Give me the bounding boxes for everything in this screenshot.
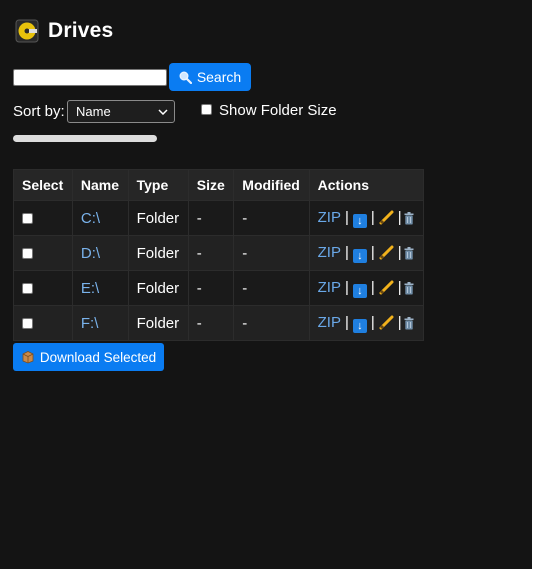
show-folder-size-label: Show Folder Size <box>219 102 337 119</box>
row-select-checkbox[interactable] <box>22 213 33 225</box>
name-cell: C:\ <box>71 200 129 236</box>
drive-name-link[interactable]: E:\ <box>81 280 99 297</box>
name-cell: D:\ <box>71 235 129 271</box>
sort-label: Sort by: <box>13 103 65 120</box>
modified-cell: - <box>233 235 310 271</box>
action-separator: | <box>344 208 349 226</box>
select-cell <box>13 235 73 271</box>
table-row: F:\ Folder - - ZIP | ↓ | | <box>13 305 425 341</box>
action-separator: | <box>344 313 349 331</box>
action-separator: | <box>397 313 402 331</box>
trash-icon[interactable] <box>404 281 414 295</box>
action-separator: | <box>370 243 375 261</box>
pencil-icon[interactable] <box>379 210 394 225</box>
column-header-actions: Actions <box>308 169 425 201</box>
progress-bar <box>13 135 157 142</box>
name-cell: E:\ <box>71 270 129 306</box>
download-icon[interactable]: ↓ <box>352 213 367 228</box>
name-cell: F:\ <box>71 305 129 341</box>
table-header-row: Select Name Type Size Modified Actions <box>13 169 425 201</box>
actions-cell: ZIP | ↓ | | <box>308 270 425 306</box>
zip-link[interactable]: ZIP <box>318 314 341 331</box>
page-title: Drives <box>48 19 114 42</box>
column-header-size[interactable]: Size <box>187 169 235 201</box>
action-separator: | <box>370 278 375 296</box>
show-folder-size-checkbox[interactable] <box>201 104 212 115</box>
row-select-checkbox[interactable] <box>22 318 33 330</box>
magnifier-icon <box>179 71 192 84</box>
select-cell <box>13 200 73 236</box>
pencil-icon[interactable] <box>379 280 394 295</box>
sort-selected-value: Name <box>76 104 111 119</box>
action-separator: | <box>397 278 402 296</box>
type-cell: Folder <box>127 305 189 341</box>
modified-cell: - <box>233 305 310 341</box>
actions-cell: ZIP | ↓ | | <box>308 305 425 341</box>
download-selected-label: Download Selected <box>39 349 157 365</box>
row-select-checkbox[interactable] <box>22 248 33 260</box>
cd-drive-icon <box>15 19 39 43</box>
size-cell: - <box>187 305 235 341</box>
zip-link[interactable]: ZIP <box>318 209 341 226</box>
type-cell: Folder <box>127 270 189 306</box>
column-header-name[interactable]: Name <box>71 169 129 201</box>
action-separator: | <box>370 208 375 226</box>
column-header-type[interactable]: Type <box>127 169 189 201</box>
trash-icon[interactable] <box>404 211 414 225</box>
column-header-select: Select <box>13 169 73 201</box>
trash-icon[interactable] <box>404 316 414 330</box>
modified-cell: - <box>233 200 310 236</box>
download-icon[interactable]: ↓ <box>352 318 367 333</box>
actions-cell: ZIP | ↓ | | <box>308 200 425 236</box>
download-icon[interactable]: ↓ <box>352 248 367 263</box>
type-cell: Folder <box>127 200 189 236</box>
column-header-modified[interactable]: Modified <box>233 169 310 201</box>
size-cell: - <box>187 235 235 271</box>
pencil-icon[interactable] <box>379 245 394 260</box>
zip-link[interactable]: ZIP <box>318 244 341 261</box>
table-row: C:\ Folder - - ZIP | ↓ | | <box>13 200 425 236</box>
row-select-checkbox[interactable] <box>22 283 33 295</box>
action-separator: | <box>370 313 375 331</box>
download-icon[interactable]: ↓ <box>352 283 367 298</box>
table-row: D:\ Folder - - ZIP | ↓ | | <box>13 235 425 271</box>
app-window: Drives Search Sort by: Name Show Folder … <box>0 0 532 569</box>
pencil-icon[interactable] <box>379 315 394 330</box>
search-button[interactable]: Search <box>169 63 251 91</box>
chevron-down-icon <box>158 108 168 115</box>
search-input[interactable] <box>13 69 167 86</box>
drive-name-link[interactable]: D:\ <box>81 245 100 262</box>
modified-cell: - <box>233 270 310 306</box>
drive-name-link[interactable]: F:\ <box>81 315 99 332</box>
action-separator: | <box>397 243 402 261</box>
trash-icon[interactable] <box>404 246 414 260</box>
package-icon <box>21 350 35 364</box>
drive-name-link[interactable]: C:\ <box>81 210 100 227</box>
actions-cell: ZIP | ↓ | | <box>308 235 425 271</box>
select-cell <box>13 270 73 306</box>
action-separator: | <box>344 243 349 261</box>
select-cell <box>13 305 73 341</box>
zip-link[interactable]: ZIP <box>318 279 341 296</box>
table-row: E:\ Folder - - ZIP | ↓ | | <box>13 270 425 306</box>
download-selected-button[interactable]: Download Selected <box>13 343 164 371</box>
sort-select[interactable]: Name <box>67 100 175 123</box>
type-cell: Folder <box>127 235 189 271</box>
action-separator: | <box>344 278 349 296</box>
size-cell: - <box>187 200 235 236</box>
page-header: Drives <box>15 19 113 43</box>
file-table: Select Name Type Size Modified Actions C… <box>13 169 425 341</box>
search-button-label: Search <box>196 69 242 85</box>
size-cell: - <box>187 270 235 306</box>
action-separator: | <box>397 208 402 226</box>
